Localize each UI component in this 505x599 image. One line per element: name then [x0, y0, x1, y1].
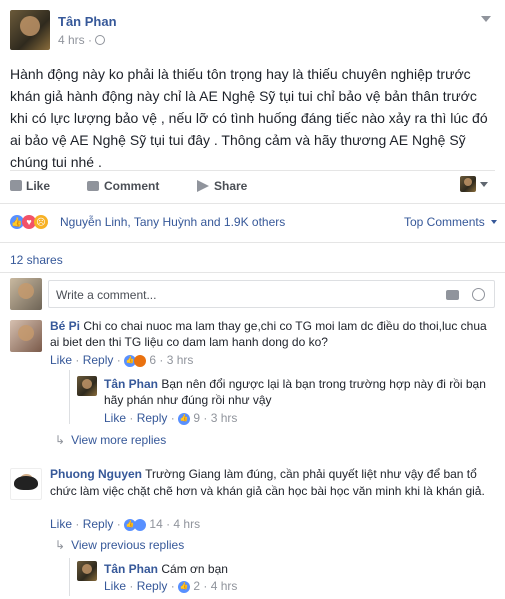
reply-thread-line [69, 370, 70, 424]
reply-author[interactable]: Tân Phan [104, 562, 158, 576]
page-avatar[interactable] [460, 176, 476, 192]
comment-time[interactable]: 3 hrs [167, 353, 194, 367]
view-more-replies[interactable]: ↳ View more replies [55, 433, 166, 447]
comment-button[interactable]: Comment [87, 179, 159, 193]
comment-time[interactable]: 4 hrs [173, 517, 200, 531]
crab-icon [14, 476, 38, 490]
reply-time[interactable]: 3 hrs [211, 411, 238, 425]
share-arrow-icon [197, 180, 209, 192]
reply-avatar[interactable] [77, 561, 97, 581]
reactions-summary[interactable]: Nguyễn Linh, Tany Huỳnh and 1.9K others [60, 215, 285, 229]
comment-input-placeholder: Write a comment... [56, 288, 157, 302]
dot-separator: · [88, 33, 96, 47]
chevron-down-icon[interactable] [480, 182, 488, 187]
thumbs-up-icon [10, 180, 22, 191]
comment-like-link[interactable]: Like [50, 353, 72, 367]
like-reaction-icon: 👍 [178, 412, 191, 425]
angry-reaction-icon [134, 354, 147, 367]
commenter-avatar[interactable] [10, 320, 42, 352]
reply-author[interactable]: Tân Phan [104, 377, 158, 391]
post-meta: 4 hrs · [58, 33, 106, 47]
sticker-icon[interactable] [472, 288, 485, 301]
comment-input[interactable]: Write a comment... [48, 280, 495, 308]
comment-1: Bé Pi Chi co chai nuoc ma lam thay ge,ch… [50, 318, 495, 350]
comment-2: Phuong Nguyen Trường Giang làm đúng, cần… [50, 466, 495, 500]
comment-actions: Like · Reply · 👍 6 · 3 hrs [50, 353, 194, 367]
reply-actions: Like · Reply · 👍 2 · 4 hrs [104, 579, 238, 593]
author-avatar[interactable] [10, 10, 50, 50]
share-button[interactable]: Share [197, 179, 247, 193]
top-comments-dropdown[interactable]: Top Comments [404, 215, 498, 229]
reply-like-link[interactable]: Like [104, 411, 126, 425]
shares-count[interactable]: 12 shares [10, 253, 63, 267]
reply-arrow-icon: ↳ [55, 538, 66, 552]
comment-reaction-count[interactable]: 14 [149, 517, 162, 531]
reactions-icons[interactable]: 👍 ♥ ☹ [10, 214, 48, 229]
sad-reaction-icon: ☹ [34, 214, 48, 229]
reply-thread-line [69, 558, 70, 596]
view-previous-replies[interactable]: ↳ View previous replies [55, 538, 184, 552]
like-reaction-icon [134, 518, 147, 531]
reply-time[interactable]: 4 hrs [211, 579, 238, 593]
chevron-down-icon[interactable] [481, 16, 491, 22]
like-button[interactable]: Like [10, 179, 50, 193]
reply-1: Tân Phan Bạn nên đổi ngược lại là bạn tr… [104, 376, 494, 408]
reply-reply-link[interactable]: Reply [137, 579, 168, 593]
reply-reply-link[interactable]: Reply [137, 411, 168, 425]
globe-icon[interactable] [95, 35, 106, 45]
camera-icon[interactable] [446, 290, 459, 300]
comment-author[interactable]: Phuong Nguyen [50, 467, 142, 481]
reply-like-link[interactable]: Like [104, 579, 126, 593]
speech-bubble-icon [87, 181, 99, 191]
like-reaction-icon: 👍 [178, 580, 191, 593]
comment-author[interactable]: Bé Pi [50, 319, 80, 333]
comment-actions: Like · Reply · 👍 14 · 4 hrs [50, 517, 201, 531]
author-name[interactable]: Tân Phan [58, 14, 117, 29]
reply-text: Cám ơn bạn [161, 562, 228, 576]
caret-down-icon [491, 220, 498, 224]
reply-text: Bạn nên đổi ngược lại là bạn trong trườn… [104, 377, 486, 407]
comment-like-link[interactable]: Like [50, 517, 72, 531]
comment-text: Chi co chai nuoc ma lam thay ge,chi co T… [50, 319, 487, 349]
post-time[interactable]: 4 hrs [58, 33, 85, 47]
post-body: Hành động này ko phải là thiếu tôn trọng… [10, 66, 488, 170]
reply-actions: Like · Reply · 👍 9 · 3 hrs [104, 411, 238, 425]
reply-avatar[interactable] [77, 376, 97, 396]
comment-reply-link[interactable]: Reply [83, 353, 114, 367]
reply-2: Tân Phan Cám ơn bạn [104, 561, 494, 577]
comment-reply-link[interactable]: Reply [83, 517, 114, 531]
viewer-avatar [10, 278, 42, 310]
reply-arrow-icon: ↳ [55, 433, 66, 447]
